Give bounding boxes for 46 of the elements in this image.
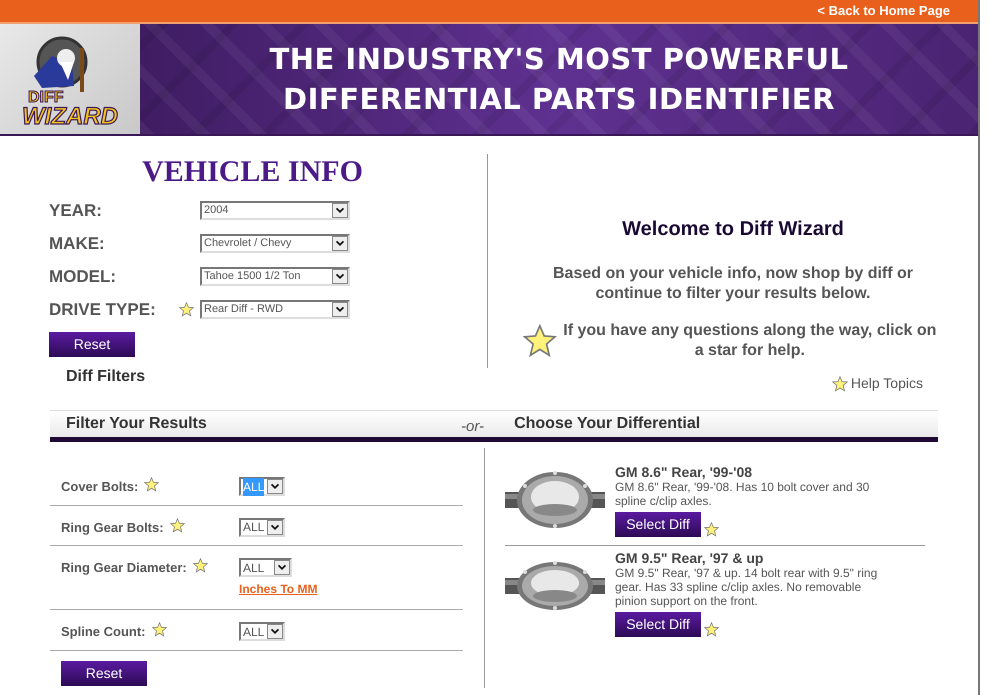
select-field[interactable]: Rear Diff - RWD [200,300,350,319]
field-label: YEAR: [49,200,103,222]
filter-label: Ring Gear Diameter: [61,559,187,577]
section-heading: Filter Your Results [66,414,208,434]
section-heading: Choose Your Differential [514,414,700,434]
reset-button[interactable]: Reset [49,332,135,357]
star-icon[interactable] [144,477,160,492]
field-label: MODEL: [49,266,118,288]
select-field[interactable]: 2004 [200,201,350,220]
select-field[interactable]: Chevrolet / Chevy [200,234,350,253]
select-diff-button[interactable]: Select Diff [615,512,701,537]
section-title: VEHICLE INFO [141,154,364,190]
field-label: DRIVE TYPE: [49,298,157,321]
welcome-title: Welcome to Diff Wizard [622,217,844,242]
welcome-text: Based on your vehicle info, now shop by diff or continue to filter your results below. [552,264,914,304]
headline: DIFFERENTIAL PARTS IDENTIFIER [283,81,835,118]
star-icon[interactable] [192,558,208,573]
filter-label: Ring Gear Bolts: [61,518,164,537]
select-field[interactable]: Tahoe 1500 1/2 Ton [200,267,350,286]
reset-button[interactable]: Reset [61,660,147,686]
separator-text: -or- [461,416,484,437]
star-icon[interactable] [704,522,719,537]
headline: THE INDUSTRY'S MOST POWERFUL [269,41,849,78]
product-title: GM 9.5" Rear, '97 & up [615,550,764,566]
logo-text: WIZARD [22,103,118,130]
select-field[interactable]: ALL [239,558,292,577]
wizard-drawing [34,36,88,92]
logo-text: DIFF [28,89,64,106]
select-field[interactable]: ALL [239,622,285,641]
star-icon[interactable] [704,622,719,637]
product-description: GM 9.5" Rear, '97 & up. 14 bolt rear with 9.5" ring gear. Has 33 spline c/clip axles. No removable pinion support on the front. [615,566,878,608]
help-topics-link[interactable]: Help Topics [850,373,923,394]
field-label: MAKE: [49,232,106,255]
help-text: If you have any questions along the way, click on a star for help. [562,321,938,361]
select-diff-button[interactable]: Select Diff [615,612,701,637]
section-label: Diff Filters [66,367,146,387]
filter-label: Cover Bolts: [61,478,138,496]
select-field[interactable]: ALL [239,518,285,536]
star-icon[interactable] [179,302,194,317]
filter-label: Spline Count: [61,623,146,641]
star-icon[interactable] [832,376,848,392]
star-icon[interactable] [523,324,557,358]
product-title: GM 8.6" Rear, '99-'08 [615,464,754,480]
star-icon[interactable] [152,622,166,637]
product-description: GM 8.6" Rear, '99-'08. Has 10 bolt cover and 30 spline c/clip axles. [615,480,870,508]
star-icon[interactable] [170,518,185,532]
